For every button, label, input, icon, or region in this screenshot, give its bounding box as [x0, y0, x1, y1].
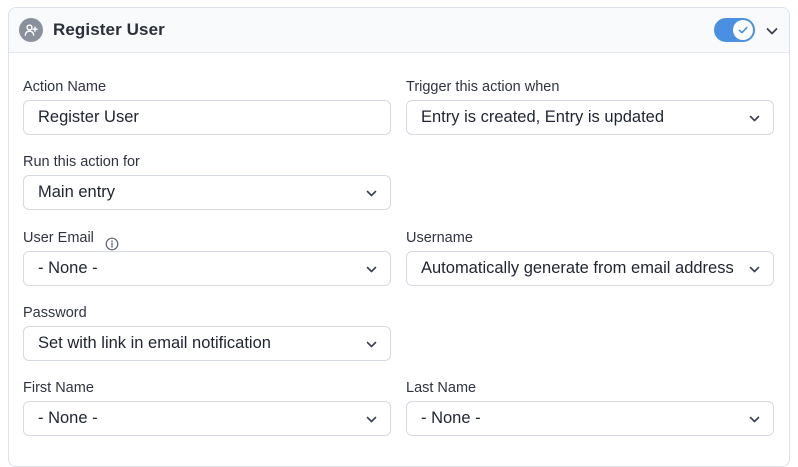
first-name-value: - None -	[38, 409, 98, 427]
chevron-down-icon	[749, 416, 760, 423]
action-card-header[interactable]: Register User	[9, 8, 789, 53]
password-value: Set with link in email notification	[38, 334, 271, 352]
first-name-label: First Name	[23, 380, 94, 396]
username-label: Username	[406, 230, 473, 246]
trigger-select[interactable]: Entry is created, Entry is updated	[406, 100, 774, 135]
user-email-value: - None -	[38, 259, 98, 277]
username-select[interactable]: Automatically generate from email addres…	[406, 251, 774, 286]
username-value: Automatically generate from email addres…	[421, 259, 734, 277]
user-email-label: User Email	[23, 230, 94, 246]
action-name-label: Action Name	[23, 79, 107, 95]
chevron-down-icon[interactable]	[764, 23, 780, 39]
chevron-down-icon	[366, 266, 377, 273]
toggle-knob	[733, 20, 753, 40]
user-email-select[interactable]: - None -	[23, 251, 391, 286]
trigger-label: Trigger this action when	[406, 79, 560, 95]
chevron-down-icon	[366, 341, 377, 348]
action-card: Register User Action Name Trigger this a…	[8, 7, 790, 467]
chevron-down-icon	[366, 190, 377, 197]
run-for-select[interactable]: Main entry	[23, 175, 391, 210]
first-name-select[interactable]: - None -	[23, 401, 391, 436]
chevron-down-icon	[366, 416, 377, 423]
action-enabled-toggle[interactable]	[714, 18, 755, 42]
last-name-label: Last Name	[406, 380, 477, 396]
chevron-down-icon	[749, 266, 760, 273]
last-name-select[interactable]: - None -	[406, 401, 774, 436]
trigger-value: Entry is created, Entry is updated	[421, 108, 665, 126]
check-icon	[738, 26, 748, 34]
action-title: Register User	[53, 20, 165, 39]
password-select[interactable]: Set with link in email notification	[23, 326, 391, 361]
run-for-label: Run this action for	[23, 154, 140, 170]
chevron-down-icon	[749, 115, 760, 122]
action-name-input[interactable]	[23, 100, 391, 135]
add-user-icon	[19, 18, 43, 42]
last-name-value: - None -	[421, 409, 481, 427]
info-icon[interactable]	[105, 237, 119, 251]
run-for-value: Main entry	[38, 183, 116, 201]
password-label: Password	[23, 305, 87, 321]
